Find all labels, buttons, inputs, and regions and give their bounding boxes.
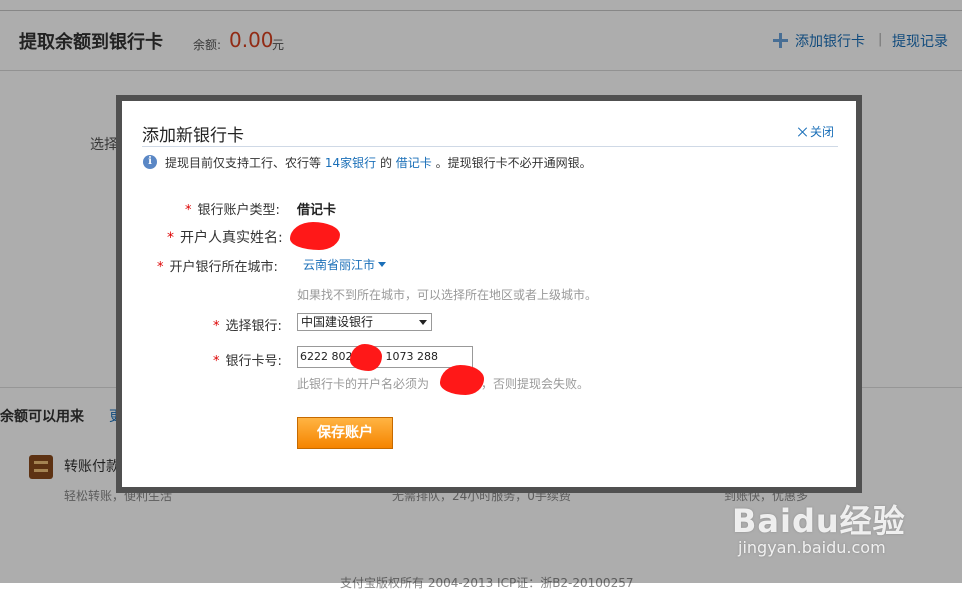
real-name-label-text: 开户人真实姓名: — [180, 230, 283, 246]
save-account-button[interactable]: 保存账户 — [297, 417, 393, 449]
info-suffix: 。提现银行卡不必开通网银。 — [435, 156, 592, 170]
chevron-down-icon[interactable] — [378, 262, 387, 267]
real-name-label: * 开户人真实姓名: — [167, 227, 283, 247]
card-warning-suffix: ，否则提现会失败。 — [481, 377, 590, 391]
debit-card-link[interactable]: 借记卡 — [396, 156, 432, 170]
city-label-text: 开户银行所在城市: — [169, 260, 278, 275]
required-mark: * — [157, 260, 164, 275]
close-button[interactable]: 关闭 — [798, 123, 834, 140]
account-type-label: * 银行账户类型: — [185, 199, 280, 218]
info-prefix: 提现目前仅支持工行、农行等 — [165, 156, 322, 170]
card-number-input[interactable]: 6222 8028 1073 288 — [297, 346, 473, 368]
account-type-value: 借记卡 — [297, 203, 337, 218]
info-mid: 的 — [379, 156, 392, 170]
dialog-title: 添加新银行卡 — [142, 126, 244, 146]
required-mark: * — [213, 354, 220, 369]
city-hint: 如果找不到所在城市，可以选择所在地区或者上级城市。 — [297, 288, 598, 302]
city-label: * 开户银行所在城市: — [157, 256, 278, 275]
card-number-redaction — [350, 344, 382, 371]
add-bank-card-dialog: 添加新银行卡 关闭 i 提现目前仅支持工行、农行等 14家银行 的 借记卡 。提… — [122, 101, 856, 487]
card-number-label: * 银行卡号: — [213, 350, 282, 369]
required-mark: * — [213, 319, 220, 334]
real-name-redaction — [290, 222, 340, 250]
info-notice: 提现目前仅支持工行、农行等 14家银行 的 借记卡 。提现银行卡不必开通网银。 — [165, 154, 592, 171]
info-icon: i — [143, 155, 157, 169]
required-mark: * — [185, 203, 192, 218]
bank-label: * 选择银行: — [213, 315, 282, 334]
dialog-title-divider — [142, 146, 838, 147]
card-warning-prefix: 此银行卡的开户名必须为 — [297, 377, 430, 391]
supported-banks-link[interactable]: 14家银行 — [325, 156, 376, 170]
account-type-label-text: 银行账户类型: — [197, 203, 280, 218]
bank-select[interactable]: 中国建设银行 — [297, 313, 432, 331]
close-label[interactable]: 关闭 — [810, 125, 834, 139]
close-icon[interactable] — [798, 127, 808, 137]
card-number-end[interactable]: 1073 288 — [386, 350, 439, 363]
bank-select-value[interactable]: 中国建设银行 — [301, 315, 373, 329]
required-mark: * — [167, 230, 174, 246]
city-select[interactable]: 云南省丽江市 — [303, 256, 387, 273]
bank-label-text: 选择银行: — [225, 319, 282, 334]
city-value[interactable]: 云南省丽江市 — [303, 258, 375, 272]
card-number-label-text: 银行卡号: — [225, 354, 282, 369]
watermark-logo: Baidu经验 — [732, 502, 906, 540]
watermark-url: jingyan.baidu.com — [738, 538, 886, 557]
dropdown-arrow-icon[interactable] — [419, 320, 427, 325]
card-holder-redaction — [440, 365, 484, 395]
